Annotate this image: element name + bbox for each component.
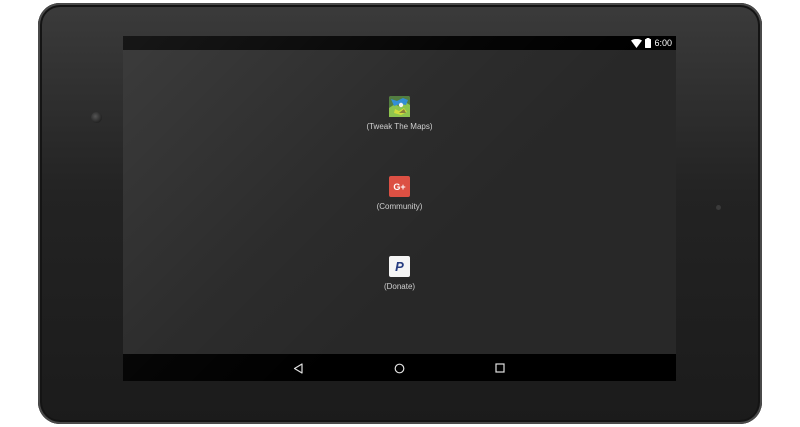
status-time: 6:00 [654,38,672,48]
status-bar: 6:00 [123,36,676,50]
navigation-bar [123,354,676,381]
camera-icon [91,112,102,123]
app-community[interactable]: G+ (Community) [123,176,676,211]
recents-icon[interactable] [492,360,508,376]
home-icon[interactable] [391,360,407,376]
app-label: (Tweak The Maps) [366,122,433,131]
sensor-dot [716,205,721,210]
app-label: (Community) [376,202,423,211]
tweak-the-maps-icon[interactable] [389,96,410,117]
google-plus-icon[interactable]: G+ [389,176,410,197]
status-icons: 6:00 [631,36,672,50]
app-donate[interactable]: P (Donate) [123,256,676,291]
google-plus-icon-text: G+ [393,181,406,192]
paypal-icon[interactable]: P [389,256,410,277]
tablet-screen: 6:00 (Tweak The Maps) G+ (Community) P (… [123,36,676,381]
app-label: (Donate) [383,282,416,291]
battery-icon [645,38,652,48]
paypal-icon-text: P [395,259,404,274]
back-icon[interactable] [290,360,306,376]
wifi-icon [631,38,643,48]
app-tweak-the-maps[interactable]: (Tweak The Maps) [123,96,676,131]
